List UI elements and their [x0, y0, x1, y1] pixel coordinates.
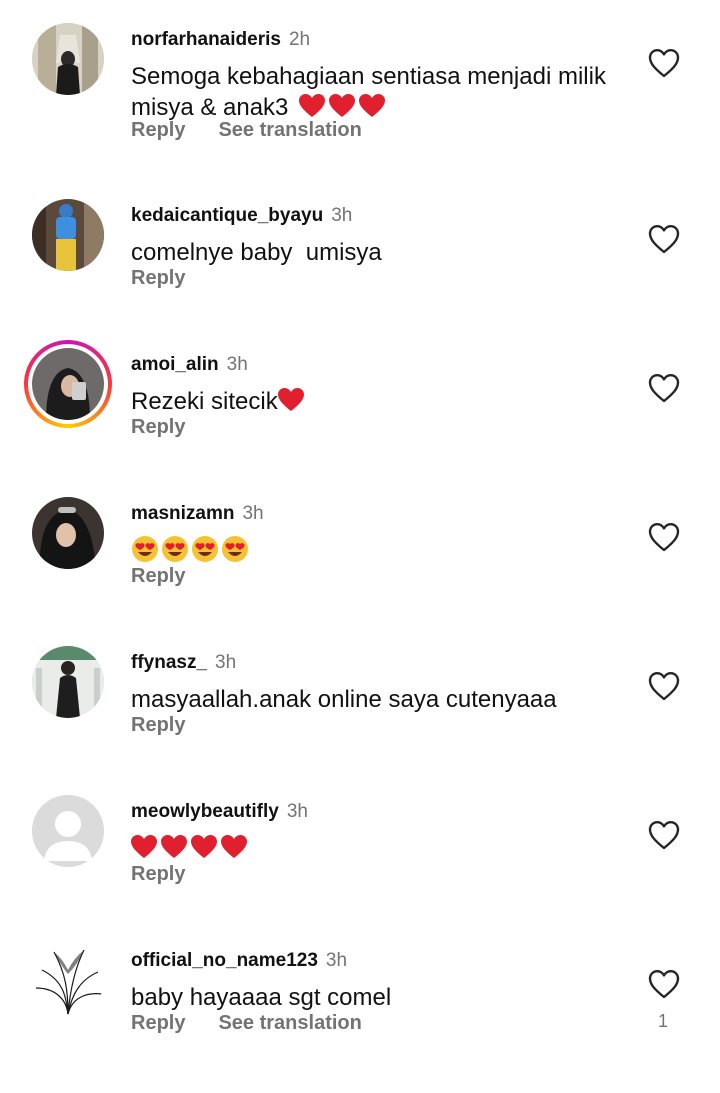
comment-item: amoi_alin 3h Rezeki sitecik Reply [0, 340, 720, 497]
avatar[interactable] [32, 646, 104, 718]
avatar[interactable] [32, 497, 104, 569]
comment-meta: amoi_alin 3h [131, 354, 248, 380]
comment-item: ffynasz_ 3h masyaallah.anak online saya … [0, 646, 720, 795]
username[interactable]: masnizamn [131, 503, 234, 525]
comment-actions: Reply [131, 714, 185, 744]
reply-button[interactable]: Reply [131, 416, 185, 446]
comment-meta: norfarhanaideris 2h [131, 29, 310, 55]
comment-actions: Reply [131, 863, 185, 893]
heart-outline-icon[interactable] [648, 820, 680, 850]
heart-outline-icon[interactable] [648, 522, 680, 552]
comment-item: kedaicantique_byayu 3h comelnye baby umi… [0, 199, 720, 348]
reply-button[interactable]: Reply [131, 1012, 185, 1042]
comment-meta: official_no_name123 3h [131, 950, 347, 976]
comment-actions: Reply [131, 565, 185, 595]
reply-button[interactable]: Reply [131, 565, 185, 595]
reply-button[interactable]: Reply [131, 267, 185, 297]
comment-item: masnizamn 3h Reply [0, 497, 720, 646]
username[interactable]: official_no_name123 [131, 950, 318, 972]
comment-text: Rezeki sitecik [131, 386, 611, 417]
see-translation-button[interactable]: See translation [218, 119, 361, 149]
timestamp: 2h [288, 29, 311, 50]
avatar[interactable] [32, 944, 104, 1016]
avatar[interactable] [32, 23, 104, 95]
reply-button[interactable]: Reply [131, 714, 185, 744]
avatar[interactable] [24, 340, 112, 428]
username[interactable]: kedaicantique_byayu [131, 205, 323, 227]
timestamp: 3h [215, 652, 237, 673]
avatar-photo [32, 497, 104, 569]
timestamp: 3h [331, 205, 353, 226]
avatar-photo [32, 23, 104, 95]
avatar-photo [32, 646, 104, 718]
reply-button[interactable]: Reply [131, 863, 185, 893]
heart-outline-icon[interactable] [648, 224, 680, 254]
like-count: 1 [658, 1011, 669, 1031]
heart-outline-icon[interactable] [648, 373, 680, 403]
comment-text: comelnye baby umisya [131, 239, 382, 266]
default-avatar-icon [32, 795, 104, 867]
see-translation-button[interactable]: See translation [218, 1012, 361, 1042]
heart-eyes-emoji [131, 536, 251, 565]
comment-item: official_no_name123 3h baby hayaaaa sgt … [0, 944, 720, 1093]
story-ring [24, 340, 112, 428]
comment-text: baby hayaaaa sgt comel [131, 984, 392, 1011]
comment-meta: ffynasz_ 3h [131, 652, 236, 678]
avatar-photo [32, 944, 104, 1016]
reply-button[interactable]: Reply [131, 119, 185, 149]
comment-text: masyaallah.anak online saya cutenyaaa [131, 686, 557, 713]
avatar-photo [32, 348, 104, 420]
heart-emoji [131, 835, 247, 862]
comment-text: Semoga kebahagiaan sentiasa menjadi mili… [131, 63, 606, 121]
comment-item: norfarhanaideris 2h Semoga kebahagiaan s… [0, 23, 720, 172]
comment-text [131, 833, 611, 864]
comment-meta: meowlybeautifly 3h [131, 801, 308, 827]
timestamp: 3h [242, 503, 264, 524]
comment-actions: Reply See translation [131, 1012, 362, 1042]
avatar[interactable] [32, 795, 104, 867]
username[interactable]: amoi_alin [131, 354, 219, 376]
timestamp: 3h [226, 354, 248, 375]
comment-actions: Reply [131, 267, 185, 297]
heart-emoji [277, 388, 304, 415]
comment-meta: kedaicantique_byayu 3h [131, 205, 352, 231]
heart-outline-icon[interactable] [648, 671, 680, 701]
timestamp: 3h [325, 950, 348, 971]
heart-outline-icon[interactable] [648, 48, 680, 78]
comment-text [131, 535, 611, 567]
username[interactable]: ffynasz_ [131, 652, 207, 674]
avatar[interactable] [32, 199, 104, 271]
heart-outline-icon[interactable] [648, 969, 680, 999]
comment-item: meowlybeautifly 3h Reply [0, 795, 720, 944]
username[interactable]: meowlybeautifly [131, 801, 279, 823]
comment-actions: Reply [131, 416, 185, 446]
username[interactable]: norfarhanaideris [131, 29, 281, 51]
comment-actions: Reply See translation [131, 119, 362, 149]
heart-emoji [295, 94, 386, 121]
timestamp: 3h [286, 801, 308, 822]
comment-meta: masnizamn 3h [131, 503, 264, 529]
avatar-photo [32, 199, 104, 271]
